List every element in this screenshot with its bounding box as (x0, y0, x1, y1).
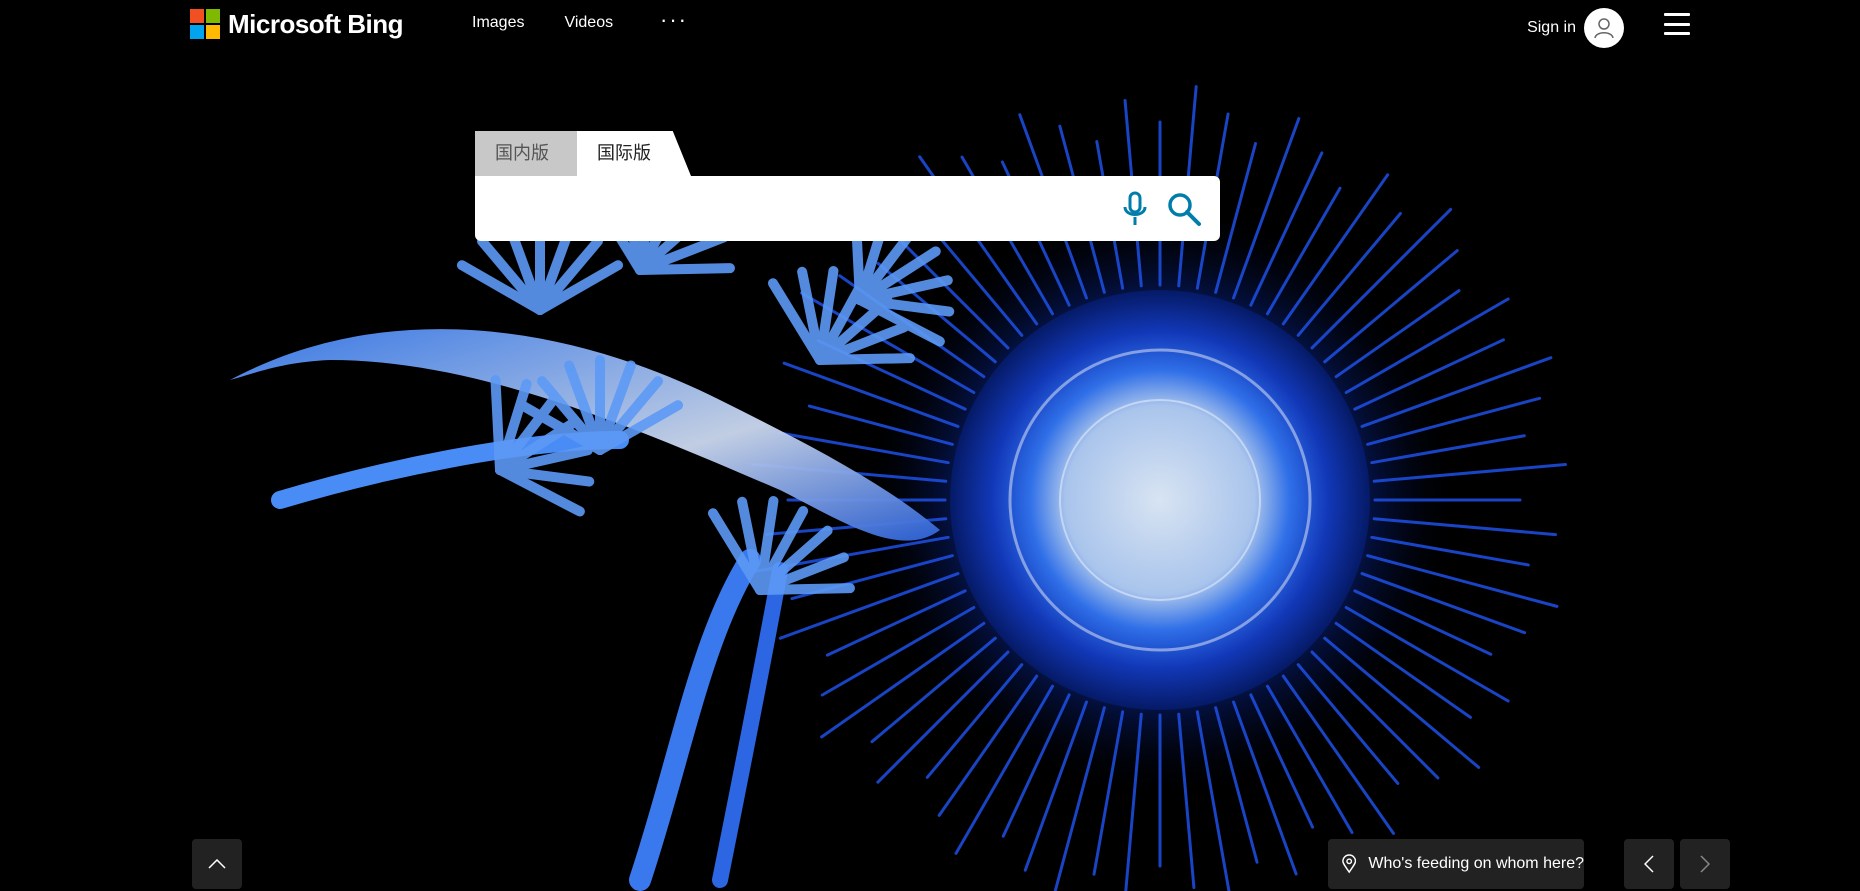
chevron-left-icon (1644, 855, 1654, 873)
sign-in-button[interactable]: Sign in (1527, 8, 1624, 48)
microsoft-logo-icon (190, 9, 220, 39)
chevron-right-icon (1700, 855, 1710, 873)
person-icon (1584, 8, 1624, 48)
microphone-icon[interactable] (1120, 191, 1150, 227)
chevron-up-icon (208, 859, 226, 869)
image-caption-button[interactable]: Who's feeding on whom here? (1328, 839, 1584, 889)
search-box (475, 176, 1220, 241)
search-icon[interactable] (1166, 191, 1202, 227)
scroll-up-button[interactable] (192, 839, 242, 889)
bing-logo[interactable]: Microsoft Bing (190, 8, 404, 39)
hamburger-icon[interactable] (1664, 13, 1690, 35)
next-image-button[interactable] (1680, 839, 1730, 889)
background-image (0, 0, 1860, 891)
nav-images[interactable]: Images (472, 14, 524, 32)
tab-domestic[interactable]: 国内版 (475, 131, 577, 176)
previous-image-button[interactable] (1624, 839, 1674, 889)
more-menu-button[interactable]: ··· (660, 9, 688, 31)
top-nav: Images Videos (472, 14, 613, 32)
sign-in-label: Sign in (1527, 19, 1576, 36)
brand-name: Microsoft Bing (228, 8, 404, 39)
location-pin-icon (1342, 854, 1357, 874)
tab-international[interactable]: 国际版 (577, 131, 691, 176)
nav-videos[interactable]: Videos (564, 14, 613, 32)
search-input[interactable] (493, 188, 1097, 230)
image-caption-text: Who's feeding on whom here? (1368, 855, 1584, 872)
